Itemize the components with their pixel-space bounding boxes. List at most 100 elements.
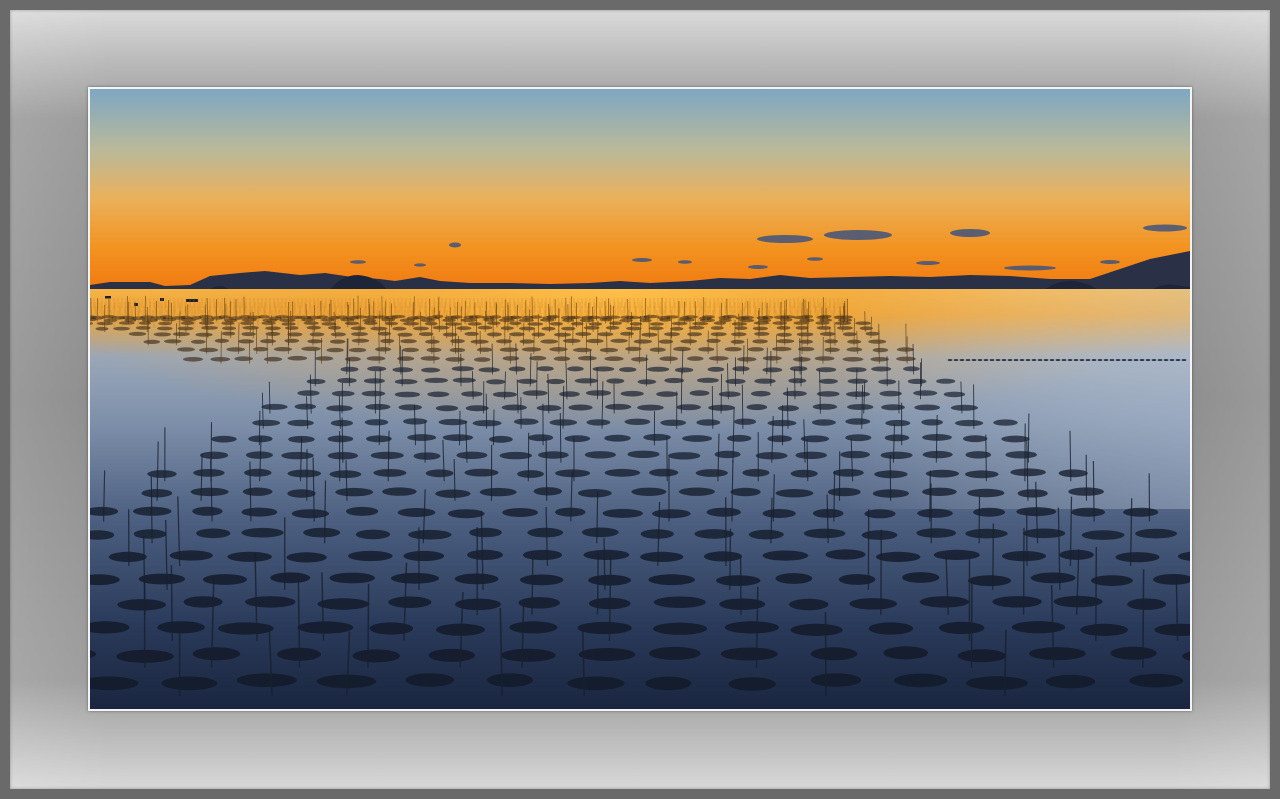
bamboo-pole bbox=[929, 470, 931, 522]
seaweed-net bbox=[1080, 623, 1128, 637]
seaweed-net bbox=[872, 347, 889, 353]
seaweed-net bbox=[195, 332, 213, 337]
seaweed-net bbox=[394, 391, 421, 398]
seaweed-net bbox=[397, 508, 436, 517]
seaweed-net bbox=[842, 357, 864, 362]
seaweed-net bbox=[113, 326, 130, 331]
seaweed-net bbox=[586, 338, 604, 344]
seaweed-net bbox=[273, 347, 292, 352]
bamboo-pole bbox=[379, 310, 381, 333]
seaweed-net bbox=[464, 468, 499, 477]
seaweed-net bbox=[645, 676, 692, 691]
seaweed-net bbox=[424, 377, 449, 383]
seaweed-net bbox=[606, 378, 625, 384]
seaweed-net bbox=[818, 378, 838, 384]
seaweed-net bbox=[500, 648, 556, 662]
seaweed-net bbox=[767, 419, 797, 427]
seaweed-net bbox=[953, 359, 959, 361]
seaweed-net bbox=[392, 326, 407, 331]
seaweed-net bbox=[245, 451, 273, 459]
seaweed-net bbox=[913, 390, 938, 396]
seaweed-net bbox=[388, 596, 432, 608]
seaweed-net bbox=[880, 451, 913, 459]
seaweed-net bbox=[242, 487, 273, 496]
seaweed-net bbox=[1109, 359, 1115, 361]
seaweed-net bbox=[183, 357, 203, 362]
seaweed-net bbox=[264, 356, 283, 362]
seaweed-net bbox=[398, 404, 423, 411]
seaweed-net bbox=[163, 339, 182, 344]
seaweed-net bbox=[367, 366, 387, 372]
seaweed-net bbox=[161, 676, 218, 691]
seaweed-net bbox=[1163, 359, 1169, 361]
seaweed-net bbox=[1031, 359, 1037, 361]
seaweed-net bbox=[486, 673, 534, 687]
seaweed-net bbox=[421, 367, 441, 373]
seaweed-net bbox=[679, 318, 695, 322]
seaweed-net bbox=[400, 339, 417, 344]
seaweed-net bbox=[237, 339, 255, 344]
seaweed-net bbox=[687, 332, 702, 337]
seaweed-net bbox=[520, 574, 564, 586]
seaweed-net bbox=[708, 356, 729, 361]
seaweed-net bbox=[427, 391, 450, 398]
seaweed-net bbox=[307, 339, 323, 344]
seaweed-net bbox=[727, 434, 752, 442]
seaweed-net bbox=[309, 332, 325, 337]
seaweed-net bbox=[227, 551, 272, 562]
seaweed-net bbox=[245, 596, 296, 608]
seaweed-net bbox=[284, 338, 300, 343]
seaweed-net bbox=[707, 366, 725, 372]
seaweed-net bbox=[445, 322, 462, 326]
bamboo-pole bbox=[992, 523, 995, 590]
seaweed-net bbox=[1059, 549, 1094, 560]
seaweed-net bbox=[710, 332, 727, 337]
bamboo-pole bbox=[378, 399, 381, 446]
seaweed-net bbox=[716, 575, 761, 586]
seaweed-net bbox=[403, 550, 445, 562]
seaweed-net bbox=[528, 434, 554, 442]
seaweed-net bbox=[221, 321, 235, 325]
seaweed-net bbox=[861, 530, 898, 540]
seaweed-net bbox=[790, 623, 843, 637]
seaweed-net bbox=[845, 418, 871, 425]
seaweed-net bbox=[883, 646, 929, 660]
seaweed-net bbox=[509, 332, 525, 337]
seaweed-net bbox=[1013, 359, 1019, 361]
seaweed-net bbox=[754, 378, 776, 384]
seaweed-net bbox=[734, 326, 748, 330]
seaweed-net bbox=[201, 326, 218, 330]
seaweed-net bbox=[1010, 468, 1046, 477]
seaweed-net bbox=[196, 528, 231, 539]
seaweed-net bbox=[656, 391, 678, 397]
seaweed-net bbox=[214, 338, 230, 343]
seaweed-net bbox=[728, 677, 776, 691]
seaweed-net bbox=[777, 405, 799, 412]
seaweed-net bbox=[392, 367, 414, 373]
seaweed-net bbox=[501, 404, 527, 411]
seaweed-net bbox=[698, 347, 715, 352]
seaweed-net bbox=[470, 339, 489, 344]
seaweed-net bbox=[682, 435, 713, 442]
seaweed-net bbox=[1139, 359, 1145, 361]
seaweed-net bbox=[965, 528, 1008, 539]
seaweed-net bbox=[983, 359, 989, 361]
seaweed-net bbox=[1169, 359, 1175, 361]
seaweed-net bbox=[1090, 575, 1133, 586]
seaweed-net bbox=[971, 359, 977, 361]
seaweed-net bbox=[907, 378, 927, 384]
bamboo-pole bbox=[758, 310, 760, 339]
seaweed-net bbox=[567, 366, 584, 372]
seaweed-net bbox=[575, 332, 592, 336]
seaweed-net bbox=[762, 367, 783, 373]
seaweed-net bbox=[917, 508, 953, 518]
seaweed-net bbox=[1085, 359, 1091, 361]
seaweed-net bbox=[407, 434, 437, 441]
seaweed-net bbox=[391, 572, 439, 584]
seaweed-net bbox=[363, 378, 385, 384]
seaweed-net bbox=[509, 321, 522, 326]
seaweed-net bbox=[190, 487, 229, 497]
seaweed-net bbox=[752, 326, 769, 331]
seaweed-net bbox=[1029, 647, 1086, 661]
seaweed-net bbox=[540, 318, 555, 322]
